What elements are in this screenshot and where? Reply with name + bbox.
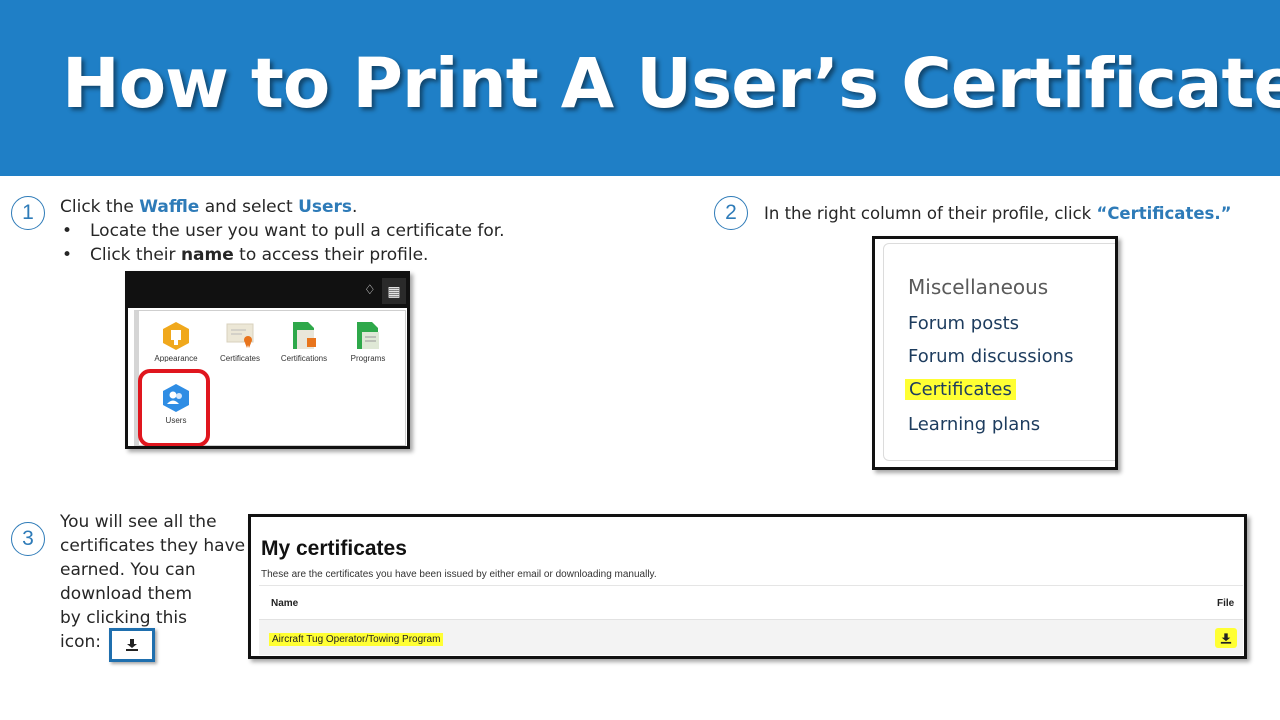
step-3-line: earned. You can [60,560,196,580]
download-icon [126,639,138,651]
step-2-number: 2 [714,196,748,230]
page-title: How to Print A User’s Certificate [62,44,1280,124]
top-navbar: ♢ ▦ [128,274,407,308]
misc-heading: Miscellaneous [908,275,1049,299]
bullet-dot: • [62,221,73,241]
tile-label: Programs [350,354,386,363]
tile-label: Appearance [154,354,198,362]
tile-label: Certifications [280,354,328,363]
step-1-mid: and select [204,197,293,217]
table-header: Name File [259,585,1243,619]
step-1-instruction: Click the Waffle and select Users. [60,197,357,217]
step-2-text: In the right column of their profile, cl… [764,204,1092,223]
users-highlight-ring [138,369,210,446]
name-term: name [180,245,234,265]
tile-certificates[interactable]: Certificates [209,321,271,363]
column-file: File [1217,598,1235,609]
link-certificates[interactable]: Certificates [905,379,1016,400]
step-1-bullet-1: Locate the user you want to pull a certi… [90,221,505,241]
column-name: Name [271,598,299,609]
profile-misc-screenshot: Miscellaneous Forum posts Forum discussi… [872,236,1118,470]
my-certificates-heading: My certificates [261,537,407,560]
step-1-end: . [352,197,358,217]
my-certificates-description: These are the certificates you have been… [261,569,657,580]
link-forum-posts[interactable]: Forum posts [908,313,1019,334]
link-forum-discussions[interactable]: Forum discussions [908,346,1073,367]
download-icon [1220,632,1232,644]
download-button[interactable] [1215,628,1237,648]
download-icon-example [109,628,155,662]
step-3-line: download them [60,584,193,604]
certificate-icon [226,321,254,349]
bullet-2-suffix: to access their profile. [239,245,429,265]
step-3-line: certificates they have [60,536,246,556]
waffle-icon[interactable]: ▦ [382,278,406,304]
step-3-line: You will see all the [60,512,217,532]
tile-programs[interactable]: Programs [337,321,399,363]
tile-appearance[interactable]: Appearance [145,321,207,362]
bullet-2-prefix: Click their [90,245,176,265]
users-term: Users [298,197,353,217]
programs-icon [354,321,382,349]
waffle-menu-screenshot: ♢ ▦ Appearance Certificates Certificatio… [125,271,410,449]
step-1-prefix: Click the [60,197,134,217]
link-learning-plans[interactable]: Learning plans [908,414,1040,435]
title-banner: How to Print A User’s Certificate [0,0,1280,176]
bell-icon: ♢ [364,282,376,297]
waffle-term: Waffle [139,197,200,217]
step-3-number: 3 [11,522,45,556]
my-certificates-screenshot: My certificates These are the certificat… [248,514,1247,659]
step-1-bullet-2: Click their name to access their profile… [90,245,428,265]
certifications-icon [290,321,318,349]
table-row: Aircraft Tug Operator/Towing Program [259,619,1243,655]
step-2-instruction: In the right column of their profile, cl… [764,204,1231,223]
certificate-name: Aircraft Tug Operator/Towing Program [269,633,444,646]
step-3-line: by clicking this [60,608,187,628]
step-1-number: 1 [11,196,45,230]
bullet-dot: • [62,245,73,265]
certificates-term: “Certificates.” [1096,204,1232,223]
appearance-icon [162,321,190,350]
tile-certifications[interactable]: Certifications [273,321,335,363]
tile-label: Certificates [219,354,260,363]
